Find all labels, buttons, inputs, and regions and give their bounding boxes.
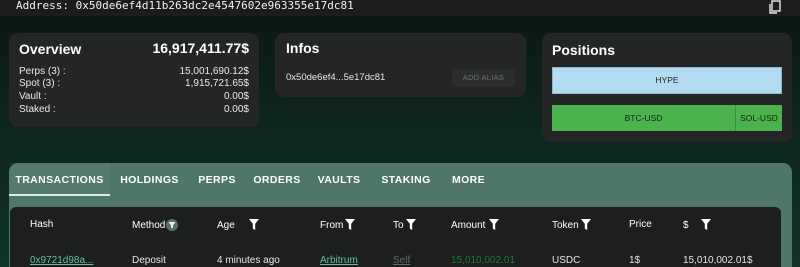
position-btc-usd[interactable]: BTC-USD	[552, 105, 735, 131]
filter-icon[interactable]	[248, 219, 259, 230]
wallet-address: Address: 0x50de6ef4d11b263dc2e4547602e96…	[16, 0, 354, 12]
col-header-price: Price	[629, 219, 652, 230]
overview-value: 0.00$	[223, 104, 249, 115]
overview-label: Vault :	[19, 91, 47, 102]
transactions-table: Hash Method Age From To Amount Token Pri…	[10, 207, 781, 267]
filter-icon[interactable]	[580, 219, 591, 230]
tx-to: Self	[393, 255, 411, 266]
tx-price: 1$	[629, 255, 641, 266]
tab-perps[interactable]: PERPS	[188, 163, 246, 196]
address-bar: Address: 0x50de6ef4d11b263dc2e4547602e96…	[0, 0, 800, 16]
tab-vaults[interactable]: VAULTS	[308, 163, 370, 196]
col-header-label: To	[393, 220, 404, 231]
tx-token: USDC	[552, 255, 581, 266]
filter-icon[interactable]	[489, 219, 500, 230]
overview-value: 15,001,690.12$	[179, 66, 249, 77]
tx-method: Deposit	[132, 255, 166, 266]
overview-value: 0.00$	[223, 91, 249, 102]
tab-more[interactable]: MORE	[442, 163, 495, 196]
col-header-amount: Amount	[451, 219, 500, 231]
filter-icon[interactable]	[345, 219, 356, 230]
col-header-label: Method	[132, 220, 166, 231]
infos-address: 0x50de6ef4...5e17dc81	[286, 72, 386, 83]
overview-card: Overview 16,917,411.77$ Perps (3) : 15,0…	[9, 33, 259, 127]
col-header-to: To	[393, 219, 416, 231]
col-header-label: Age	[217, 220, 235, 231]
overview-title: Overview	[19, 41, 82, 57]
filter-active-icon[interactable]	[166, 219, 179, 231]
infos-title: Infos	[286, 40, 320, 56]
col-header-label: $	[683, 220, 689, 231]
overview-row-vault: Vault : 0.00$	[19, 91, 249, 103]
col-header-label: Token	[552, 220, 579, 231]
filter-icon[interactable]	[700, 219, 711, 230]
col-header-label: Amount	[451, 220, 486, 231]
tab-orders[interactable]: ORDERS	[246, 163, 308, 196]
tx-hash-link[interactable]: 0x9721d98a...	[30, 255, 93, 266]
col-header-hash: Hash	[30, 219, 53, 230]
overview-value: 1,915,721.65$	[185, 78, 249, 89]
tx-from-link[interactable]: Arbitrum	[320, 255, 358, 266]
col-header-label: Hash	[30, 219, 54, 230]
col-header-token: Token	[552, 219, 591, 231]
position-sol-usd[interactable]: SOL-USD	[735, 105, 782, 131]
overview-label: Spot (3) :	[19, 78, 61, 89]
tab-transactions[interactable]: TRANSACTIONS	[9, 163, 110, 196]
overview-total: 16,917,411.77$	[152, 40, 249, 56]
position-hype[interactable]: HYPE	[552, 67, 782, 94]
overview-label: Perps (3) :	[19, 66, 66, 77]
positions-title: Positions	[552, 42, 616, 58]
overview-row-spot: Spot (3) : 1,915,721.65$	[19, 78, 249, 90]
col-header-from: From	[320, 219, 356, 231]
filter-icon[interactable]	[405, 219, 416, 230]
copy-icon[interactable]	[768, 0, 782, 14]
tx-age: 4 minutes ago	[217, 255, 280, 266]
col-header-usd: $	[683, 219, 711, 231]
col-header-label: From	[320, 220, 344, 231]
tx-amount: 15,010,002.01	[451, 255, 515, 266]
overview-row-perps: Perps (3) : 15,001,690.12$	[19, 66, 249, 78]
overview-row-staked: Staked : 0.00$	[19, 104, 249, 116]
overview-label: Staked :	[19, 104, 56, 115]
tx-usd-value: 15,010,002.01$	[683, 255, 753, 266]
tab-holdings[interactable]: HOLDINGS	[111, 163, 188, 196]
col-header-label: Price	[629, 219, 652, 230]
tab-staking[interactable]: STAKING	[370, 163, 442, 196]
add-alias-button[interactable]: ADD ALIAS	[452, 69, 515, 87]
col-header-method: Method	[132, 219, 179, 231]
col-header-age: Age	[217, 219, 259, 231]
infos-card: Infos 0x50de6ef4...5e17dc81	[275, 33, 526, 97]
tab-bar: TRANSACTIONS HOLDINGS PERPS ORDERS VAULT…	[9, 163, 792, 196]
